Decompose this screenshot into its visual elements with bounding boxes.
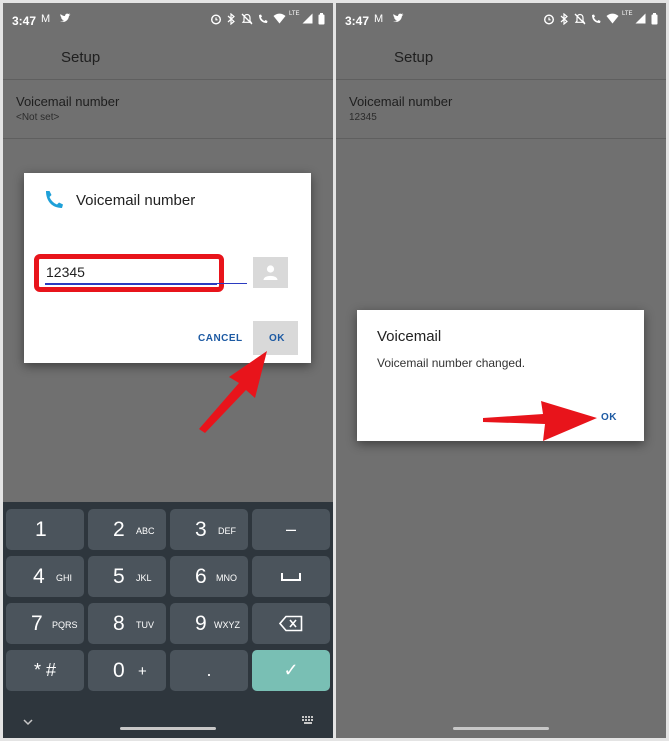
call-icon: [257, 13, 269, 28]
keyboard-icon[interactable]: [301, 712, 315, 730]
app-bar: Setup: [3, 37, 333, 80]
status-time: 3:47: [345, 14, 370, 28]
space-icon: [281, 570, 301, 588]
mute-icon: [574, 13, 586, 28]
voicemail-number-input[interactable]: [45, 261, 217, 285]
home-gesture-bar[interactable]: [120, 727, 216, 730]
key-letters: JKL: [136, 573, 152, 583]
key-space[interactable]: [252, 556, 330, 597]
key-dash[interactable]: –: [252, 509, 330, 550]
key-8[interactable]: 8 TUV: [88, 603, 166, 644]
setting-label: Voicemail number: [349, 94, 453, 109]
right-screen: 3:47 M LTE Setup Voicemail number 12345 …: [336, 3, 666, 738]
key-dot[interactable]: .: [170, 650, 248, 691]
key-letters: TUV: [136, 620, 154, 630]
dialog-message: Voicemail number changed.: [377, 356, 526, 370]
key-letters: MNO: [216, 573, 237, 583]
key-4[interactable]: 4 GHI: [6, 556, 84, 597]
status-bar: 3:47 M LTE: [3, 3, 333, 37]
setting-value: <Not set>: [16, 112, 60, 123]
chevron-down-icon[interactable]: [23, 713, 33, 731]
contact-picker-button[interactable]: [253, 257, 288, 288]
key-5[interactable]: 5 JKL: [88, 556, 166, 597]
key-7[interactable]: 7 PQRS: [6, 603, 84, 644]
key-digit: 8: [113, 612, 125, 635]
dialog-title: Voicemail number: [76, 192, 196, 209]
key-digit: 1: [35, 518, 47, 541]
key-0[interactable]: 0 +: [88, 650, 166, 691]
gmail-icon: M: [374, 13, 384, 25]
key-6[interactable]: 6 MNO: [170, 556, 248, 597]
call-icon: [590, 13, 602, 28]
voicemail-number-setting[interactable]: Voicemail number 12345: [336, 80, 666, 139]
red-arrow-annotation: [483, 401, 597, 441]
key-digit: 6: [195, 565, 207, 588]
wifi-icon: [273, 13, 286, 27]
key-letters: GHI: [56, 573, 73, 583]
page-title: Setup: [394, 49, 434, 66]
key-letters: +: [138, 663, 147, 680]
key-letters: PQRS: [52, 620, 78, 630]
numeric-keypad: 1 2 ABC 3 DEF – 4 GHI 5 JKL 6 MNO 7 PQRS…: [3, 502, 333, 738]
status-time: 3:47: [12, 14, 37, 28]
key-letters: ABC: [136, 526, 155, 536]
signal-icon: [635, 13, 646, 27]
lte-label: LTE: [622, 11, 633, 17]
key-digit: 7: [31, 612, 43, 635]
setting-value: 12345: [349, 112, 377, 123]
battery-icon: [318, 13, 325, 28]
key-backspace[interactable]: [252, 603, 330, 644]
alarm-icon: [543, 13, 555, 28]
voicemail-number-setting[interactable]: Voicemail number <Not set>: [3, 80, 333, 139]
key-digit: 0: [113, 659, 125, 682]
left-screen: 3:47 M LTE Setup Voicemail number <Not s…: [3, 3, 333, 738]
battery-icon: [651, 13, 658, 28]
twitter-icon: [59, 13, 71, 27]
key-9[interactable]: 9 WXYZ: [170, 603, 248, 644]
key-digit: 2: [113, 518, 125, 541]
home-gesture-bar[interactable]: [453, 727, 549, 730]
twitter-icon: [392, 13, 404, 27]
key-3[interactable]: 3 DEF: [170, 509, 248, 550]
bluetooth-icon: [560, 12, 569, 28]
ok-button[interactable]: OK: [601, 412, 617, 423]
key-done[interactable]: ✓: [252, 650, 330, 691]
key-1[interactable]: 1: [6, 509, 84, 550]
page-title: Setup: [61, 49, 101, 66]
key-star-hash[interactable]: * #: [6, 650, 84, 691]
backspace-icon: [278, 615, 303, 637]
key-2[interactable]: 2 ABC: [88, 509, 166, 550]
red-arrow-annotation: [199, 351, 267, 433]
setting-label: Voicemail number: [16, 94, 120, 109]
key-digit: 5: [113, 565, 125, 588]
lte-label: LTE: [289, 11, 300, 17]
contact-picker-icon: [262, 264, 279, 286]
mute-icon: [241, 13, 253, 28]
key-digit: 9: [195, 612, 207, 635]
phone-icon: [43, 189, 65, 216]
key-digit: 4: [33, 565, 45, 588]
alarm-icon: [210, 13, 222, 28]
signal-icon: [302, 13, 313, 27]
input-underline-extension: [217, 283, 247, 284]
voicemail-number-dialog: Voicemail number CANCEL OK: [24, 173, 311, 363]
dialog-title: Voicemail: [377, 328, 442, 345]
key-letters: DEF: [218, 526, 236, 536]
gmail-icon: M: [41, 13, 51, 25]
bluetooth-icon: [227, 12, 236, 28]
wifi-icon: [606, 13, 619, 27]
key-digit: 3: [195, 518, 207, 541]
app-bar: Setup: [336, 37, 666, 80]
status-bar: 3:47 M LTE: [336, 3, 666, 37]
key-letters: WXYZ: [214, 620, 240, 630]
